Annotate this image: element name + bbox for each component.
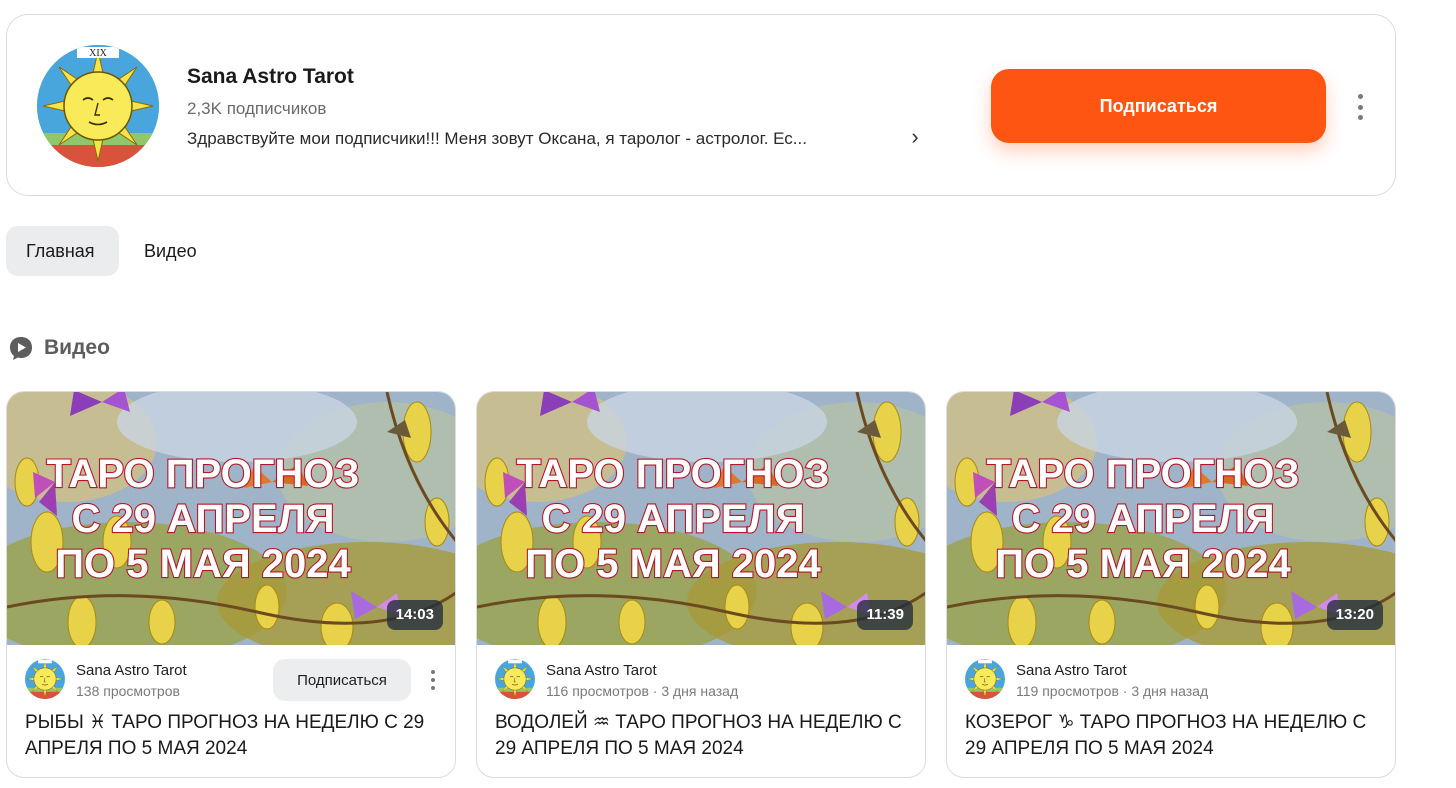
video-title[interactable]: ВОДОЛЕЙ ♒ ТАРО ПРОГНОЗ НА НЕДЕЛЮ С 29 АП… <box>495 710 915 762</box>
videos-section-header: Видео <box>8 334 110 362</box>
video-title[interactable]: РЫБЫ ♓ ТАРО ПРОГНОЗ НА НЕДЕЛЮ С 29 АПРЕЛ… <box>25 710 445 762</box>
thumbnail-text-line: ТАРО ПРОГНОЗ <box>47 452 360 496</box>
thumbnail-text-line: С 29 АПРЕЛЯ <box>1012 497 1275 541</box>
video-author[interactable]: Sana Astro Tarot <box>546 662 657 679</box>
video-meta: 116 просмотров · 3 дня назад <box>546 683 739 699</box>
more-options-icon[interactable] <box>429 670 437 690</box>
video-thumbnail[interactable]: ТАРО ПРОГНОЗ С 29 АПРЕЛЯ ПО 5 МАЯ 2024 1… <box>7 392 456 645</box>
thumbnail-text-line: ПО 5 МАЯ 2024 <box>55 542 351 586</box>
tab-main[interactable]: Главная <box>6 226 119 276</box>
thumbnail-text-line: ПО 5 МАЯ 2024 <box>995 542 1291 586</box>
video-thumbnail[interactable]: ТАРО ПРОГНОЗ С 29 АПРЕЛЯ ПО 5 МАЯ 2024 1… <box>947 392 1396 645</box>
video-author[interactable]: Sana Astro Tarot <box>76 662 187 679</box>
more-options-icon[interactable] <box>1356 94 1364 120</box>
video-meta: 138 просмотров <box>76 683 180 699</box>
video-thumbnail[interactable]: ТАРО ПРОГНОЗ С 29 АПРЕЛЯ ПО 5 МАЯ 2024 1… <box>477 392 926 645</box>
thumbnail-text-line: С 29 АПРЕЛЯ <box>72 497 335 541</box>
chevron-right-icon[interactable]: › <box>905 125 925 149</box>
video-card[interactable]: ТАРО ПРОГНОЗ С 29 АПРЕЛЯ ПО 5 МАЯ 2024 1… <box>476 391 926 778</box>
video-meta: 119 просмотров · 3 дня назад <box>1016 683 1209 699</box>
subscribe-button[interactable]: Подписаться <box>991 69 1326 143</box>
video-author[interactable]: Sana Astro Tarot <box>1016 662 1127 679</box>
thumbnail-text-line: ТАРО ПРОГНОЗ <box>987 452 1300 496</box>
video-duration: 13:20 <box>1326 600 1383 630</box>
section-title: Видео <box>44 336 110 359</box>
thumbnail-text-line: С 29 АПРЕЛЯ <box>542 497 805 541</box>
channel-avatar[interactable]: XIX <box>37 45 159 167</box>
author-avatar[interactable] <box>965 659 1005 699</box>
subscriber-count: 2,3K подписчиков <box>187 99 327 118</box>
author-avatar[interactable] <box>25 659 65 699</box>
card-subscribe-button[interactable]: Подписаться <box>273 659 411 701</box>
video-duration: 11:39 <box>857 600 913 630</box>
thumbnail-text-line: ПО 5 МАЯ 2024 <box>525 542 821 586</box>
author-avatar[interactable] <box>495 659 535 699</box>
tab-videos[interactable]: Видео <box>124 226 217 276</box>
channel-description[interactable]: Здравствуйте мои подписчики!!! Меня зову… <box>187 129 907 149</box>
thumbnail-text-line: ТАРО ПРОГНОЗ <box>517 452 830 496</box>
video-duration: 14:03 <box>386 600 443 630</box>
channel-header-card: XIX Sana Astro Tarot 2,3K подписчиков Зд… <box>6 14 1396 196</box>
video-title[interactable]: КОЗЕРОГ ♑ ТАРО ПРОГНОЗ НА НЕДЕЛЮ С 29 АП… <box>965 710 1385 762</box>
channel-name[interactable]: Sana Astro Tarot <box>187 65 354 89</box>
play-bubble-icon <box>10 337 32 360</box>
video-card[interactable]: ТАРО ПРОГНОЗ С 29 АПРЕЛЯ ПО 5 МАЯ 2024 1… <box>946 391 1396 778</box>
video-card[interactable]: ТАРО ПРОГНОЗ С 29 АПРЕЛЯ ПО 5 МАЯ 2024 1… <box>6 391 456 778</box>
avatar-card-numeral: XIX <box>89 48 108 59</box>
